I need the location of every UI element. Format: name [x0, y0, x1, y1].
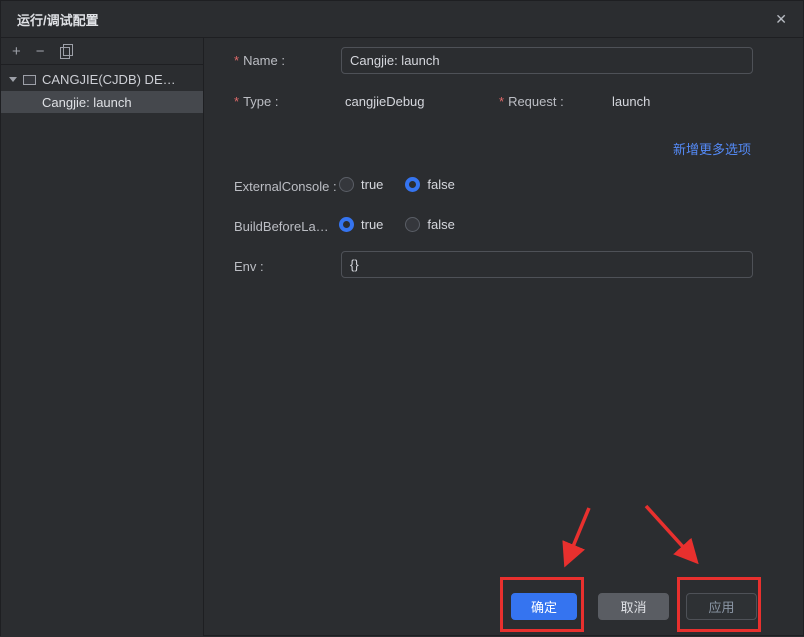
external-console-false-option[interactable]: false: [405, 177, 455, 192]
build-before-launch-radio-group: true false: [339, 217, 455, 232]
name-input[interactable]: [341, 47, 753, 74]
tree-group-cangjie-debug[interactable]: CANGJIE(CJDB) DE…: [1, 68, 203, 91]
build-before-launch-label: BuildBeforeLa…: [234, 219, 329, 234]
type-value: cangjieDebug: [345, 94, 425, 109]
dialog-body: + − CANGJIE(CJDB) DE… Cangjie: launch * N…: [1, 38, 803, 636]
external-console-label: ExternalConsole :: [234, 179, 337, 194]
required-mark: *: [234, 94, 240, 109]
dialog-titlebar: 运行/调试配置 ✕: [1, 1, 803, 38]
cancel-button[interactable]: 取消: [598, 593, 669, 620]
radio-label: true: [361, 177, 384, 192]
config-type-icon: [23, 74, 36, 85]
name-label: * Name :: [234, 53, 285, 68]
add-more-options-link[interactable]: 新增更多选项: [673, 139, 751, 158]
radio-checked-icon[interactable]: [405, 177, 421, 192]
chevron-down-icon: [9, 77, 17, 82]
radio-label: false: [427, 177, 455, 192]
env-label: Env :: [234, 259, 264, 274]
external-console-true-option[interactable]: true: [339, 177, 383, 192]
external-console-radio-group: true false: [339, 177, 455, 192]
ok-button[interactable]: 确定: [511, 593, 577, 620]
type-label: * Type :: [234, 94, 279, 109]
env-input[interactable]: [341, 251, 753, 278]
tree-group-label: CANGJIE(CJDB) DE…: [42, 72, 176, 87]
radio-checked-icon[interactable]: [339, 217, 354, 232]
config-form: *Name : *Type : cangjieDebug *Request : …: [204, 38, 803, 636]
required-mark: *: [234, 53, 240, 68]
build-before-false-option[interactable]: false: [405, 217, 455, 232]
dialog-title: 运行/调试配置: [17, 12, 99, 28]
add-config-icon[interactable]: +: [12, 44, 21, 59]
radio-unchecked-icon[interactable]: [339, 177, 354, 192]
sidebar-toolbar: + −: [1, 38, 203, 65]
build-before-true-option[interactable]: true: [339, 217, 383, 232]
run-debug-config-dialog: { "window": { "title": "运行/调试配置", "close…: [0, 0, 804, 636]
apply-button[interactable]: 应用: [686, 593, 757, 620]
request-value: launch: [612, 94, 651, 109]
config-sidebar: + − CANGJIE(CJDB) DE… Cangjie: launch: [1, 38, 204, 636]
tree-item-label: Cangjie: launch: [42, 94, 132, 110]
config-tree: CANGJIE(CJDB) DE… Cangjie: launch: [1, 65, 203, 113]
required-mark: *: [499, 94, 505, 109]
radio-label: true: [361, 217, 384, 232]
radio-label: false: [427, 217, 455, 232]
request-label: * Request :: [499, 94, 564, 109]
radio-unchecked-icon[interactable]: [405, 217, 421, 232]
remove-config-icon[interactable]: −: [36, 44, 45, 59]
copy-config-icon[interactable]: [59, 44, 73, 59]
close-icon[interactable]: ✕: [775, 12, 787, 26]
tree-item-cangjie-launch[interactable]: Cangjie: launch: [1, 91, 203, 113]
